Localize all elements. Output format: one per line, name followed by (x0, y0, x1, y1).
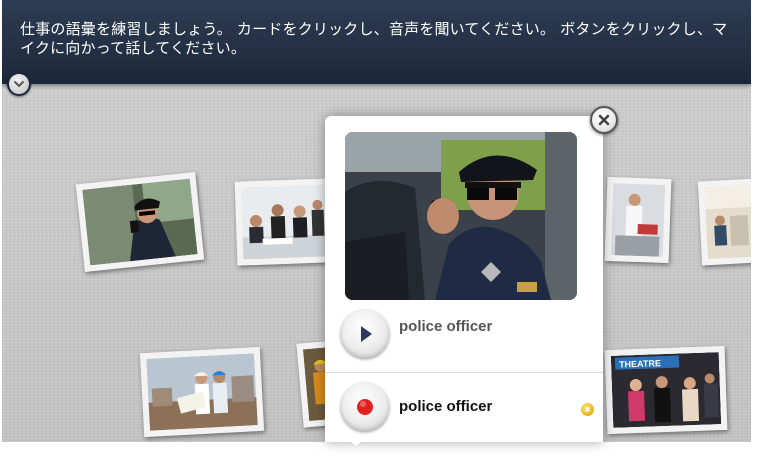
chevron-down-icon (14, 81, 24, 88)
card-police-officer[interactable] (75, 171, 205, 273)
card-nurse[interactable] (604, 176, 672, 264)
record-label: police officer (399, 398, 493, 415)
record-button[interactable] (341, 383, 389, 431)
card-engineers[interactable] (139, 346, 265, 438)
instruction-text: 仕事の語彙を練習しましょう。 カードをクリックし、音声を聞いてください。 ボタン… (20, 20, 728, 57)
card-photo (610, 183, 666, 257)
close-popup-button[interactable] (590, 106, 618, 134)
record-row: police officer (325, 372, 603, 438)
card-meeting[interactable] (234, 178, 334, 266)
popup-pointer (348, 440, 364, 446)
card-photo (240, 184, 328, 260)
card-office[interactable] (697, 178, 751, 266)
collapse-banner-button[interactable] (7, 72, 31, 96)
card-photo: THEATRE (610, 352, 722, 428)
play-audio-row: police officer (325, 302, 603, 368)
vocab-popup: police officer police officer (325, 116, 603, 442)
theatre-sign-text: THEATRE (619, 358, 661, 369)
card-photo (146, 353, 258, 431)
record-icon (357, 399, 373, 415)
popup-photo-police-officer (345, 132, 577, 300)
card-photo (82, 178, 198, 266)
play-icon (361, 326, 372, 342)
close-icon (598, 114, 610, 126)
play-button[interactable] (341, 310, 389, 358)
card-photo (704, 184, 751, 260)
warning-x-icon (581, 403, 594, 416)
instruction-banner: 仕事の語彙を練習しましょう。 カードをクリックし、音声を聞いてください。 ボタン… (2, 0, 751, 84)
card-theatre[interactable]: THEATRE (604, 345, 728, 435)
play-label: police officer (399, 318, 493, 335)
